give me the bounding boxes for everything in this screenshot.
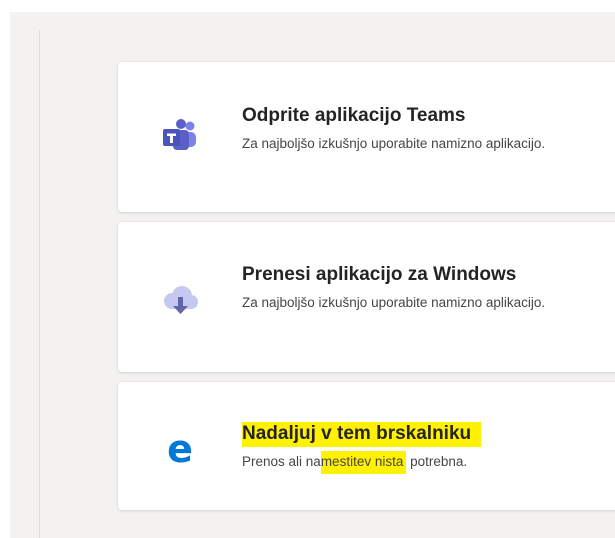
download-windows-app-text: Prenesi aplikacijo za Windows Za najbolj… [242,263,615,312]
continue-in-browser-card[interactable]: e Nadaljuj v tem brskalniku Prenos ali n… [118,382,615,510]
open-teams-app-card[interactable]: Odprite aplikacijo Teams Za najboljšo iz… [118,62,615,212]
teams-icon [158,115,202,159]
continue-in-browser-description: Prenos ali namestitev nista potrebna. [242,451,562,474]
open-teams-app-title: Odprite aplikacijo Teams [242,105,466,126]
page: Odprite aplikacijo Teams Za najboljšo iz… [0,0,615,538]
edge-browser-icon: e [158,426,202,471]
continue-in-browser-title: Nadaljuj v tem brskalniku [242,422,615,447]
download-windows-app-description: Za najboljšo izkušnjo uporabite namizno … [242,295,546,310]
continue-in-browser-text: Nadaljuj v tem brskalniku Prenos ali nam… [242,422,615,474]
left-strip [0,0,10,538]
open-teams-app-text: Odprite aplikacijo Teams Za najboljšo iz… [242,104,615,153]
panel-divider [39,30,40,538]
cloud-download-icon [158,279,202,323]
highlight-title: Nadaljuj v tem brskalniku [242,422,482,447]
description-suffix: potrebna. [406,454,468,469]
description-highlight: mestitev nista [320,451,407,474]
open-teams-app-description: Za najboljšo izkušnjo uporabite namizno … [242,136,546,151]
top-strip [0,0,615,12]
description-prefix: Prenos ali na [242,454,321,469]
download-windows-app-card[interactable]: Prenesi aplikacijo za Windows Za najbolj… [118,222,615,372]
svg-text:e: e [167,427,193,470]
download-windows-app-title: Prenesi aplikacijo za Windows [242,264,517,285]
